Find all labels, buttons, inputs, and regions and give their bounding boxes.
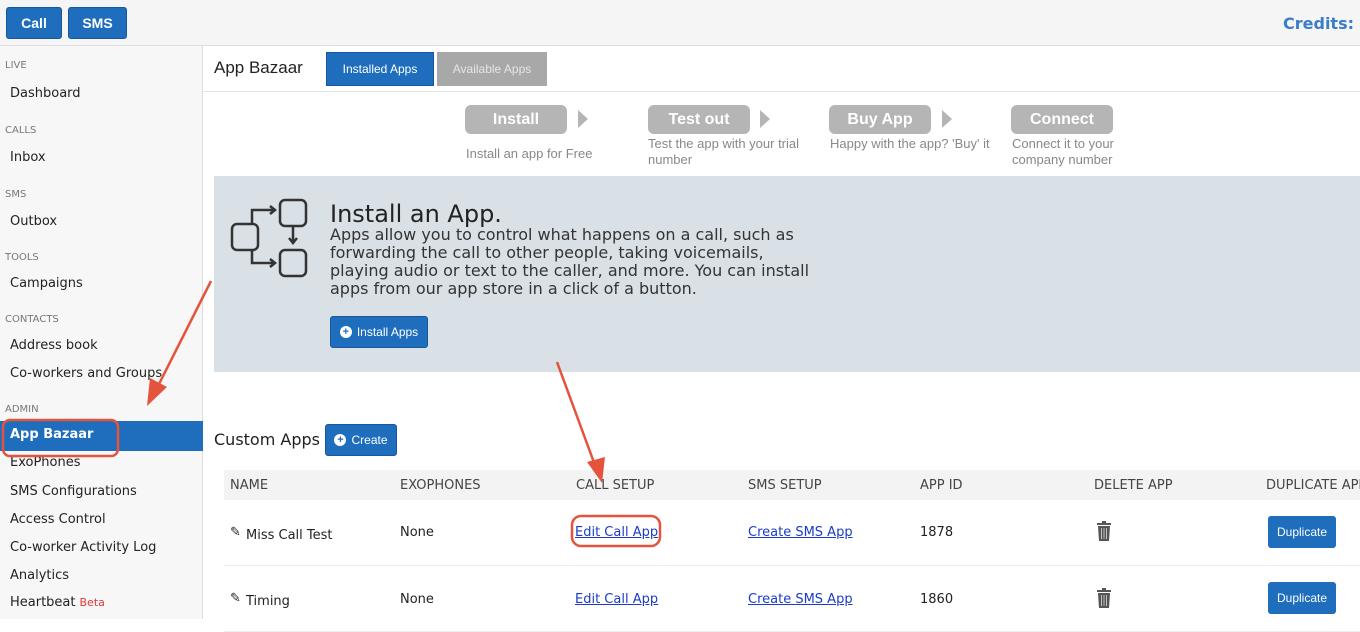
sidebar-item-outbox[interactable]: Outbox: [10, 214, 57, 229]
sidebar-section-contacts: CONTACTS: [5, 314, 59, 325]
install-apps-button[interactable]: + Install Apps: [330, 316, 428, 348]
step-test-out-desc: Test the app with your trial number: [648, 136, 800, 167]
step-connect-desc: Connect it to your company number: [1012, 136, 1114, 167]
sidebar-item-coworker-activity-log[interactable]: Co-worker Activity Log: [10, 540, 156, 555]
install-apps-label: Install Apps: [356, 325, 419, 339]
sidebar-item-sms-configurations[interactable]: SMS Configurations: [10, 484, 137, 499]
main-content: App Bazaar Installed Apps Available Apps…: [204, 46, 1360, 632]
sidebar-item-campaigns[interactable]: Campaigns: [10, 276, 83, 291]
step-buy-app-desc: Happy with the app? 'Buy' it: [830, 136, 990, 151]
sidebar-section-calls: CALLS: [5, 125, 37, 136]
app-id: 1860: [920, 592, 954, 607]
sidebar-item-label: App Bazaar: [10, 427, 94, 442]
edit-name-icon[interactable]: ✎: [230, 591, 241, 606]
column-header-duplicate-app: DUPLICATE APP: [1266, 478, 1360, 493]
sidebar-item-address-book[interactable]: Address book: [10, 338, 98, 353]
sidebar-item-coworkers-groups[interactable]: Co-workers and Groups: [10, 366, 162, 381]
column-header-app-id: APP ID: [920, 478, 963, 493]
step-install: Install: [465, 105, 567, 134]
trash-icon[interactable]: [1096, 521, 1112, 541]
sms-button[interactable]: SMS: [68, 7, 127, 39]
exophones-value: None: [400, 592, 434, 607]
step-arrow-icon: [942, 110, 952, 128]
app-name: Miss Call Test: [246, 528, 333, 543]
step-arrow-icon: [578, 110, 588, 128]
create-sms-app-link[interactable]: Create SMS App: [748, 592, 853, 607]
sidebar-item-inbox[interactable]: Inbox: [10, 150, 46, 165]
sidebar-item-analytics[interactable]: Analytics: [10, 568, 69, 583]
column-header-call-setup: CALL SETUP: [576, 478, 655, 493]
duplicate-button[interactable]: Duplicate: [1268, 516, 1336, 548]
tab-installed-apps[interactable]: Installed Apps: [326, 52, 434, 86]
sidebar-section-live: LIVE: [5, 60, 27, 71]
sidebar-item-heartbeat[interactable]: Heartbeat Beta: [10, 595, 105, 610]
step-test-out: Test out: [648, 105, 750, 134]
step-install-desc: Install an app for Free: [466, 146, 593, 161]
tab-available-apps[interactable]: Available Apps: [437, 52, 547, 86]
column-header-sms-setup: SMS SETUP: [748, 478, 822, 493]
top-bar: Call SMS Credits:: [0, 0, 1360, 46]
call-button[interactable]: Call: [6, 7, 62, 39]
page-header: App Bazaar Installed Apps Available Apps: [204, 46, 1360, 92]
custom-apps-title: Custom Apps: [214, 430, 320, 449]
create-sms-app-link[interactable]: Create SMS App: [748, 525, 853, 540]
edit-call-app-link[interactable]: Edit Call App: [575, 525, 658, 540]
sidebar-item-access-control[interactable]: Access Control: [10, 512, 106, 527]
app-name: Timing: [246, 594, 290, 609]
column-header-name: NAME: [230, 478, 269, 493]
table-row: ✎ Timing None Edit Call App Create SMS A…: [224, 566, 1360, 632]
sidebar-item-label: Heartbeat: [10, 595, 76, 610]
sidebar-section-tools: TOOLS: [5, 252, 39, 263]
sidebar-section-admin: ADMIN: [5, 404, 39, 415]
plus-icon: +: [334, 434, 347, 446]
step-connect: Connect: [1011, 105, 1113, 134]
create-label: Create: [351, 433, 388, 447]
banner-title: Install an App.: [330, 200, 502, 228]
column-header-delete-app: DELETE APP: [1094, 478, 1173, 493]
sidebar-item-exophones[interactable]: ExoPhones: [10, 455, 81, 470]
edit-call-app-link[interactable]: Edit Call App: [575, 592, 658, 607]
install-app-banner: Install an App. Apps allow you to contro…: [214, 176, 1360, 372]
beta-badge: Beta: [79, 596, 105, 609]
page-title: App Bazaar: [214, 58, 303, 77]
credits-label: Credits:: [1283, 14, 1354, 33]
app-id: 1878: [920, 525, 954, 540]
banner-description: Apps allow you to control what happens o…: [330, 225, 810, 298]
duplicate-button[interactable]: Duplicate: [1268, 582, 1336, 614]
column-header-exophones: EXOPHONES: [400, 478, 481, 493]
trash-icon[interactable]: [1096, 588, 1112, 608]
exophones-value: None: [400, 525, 434, 540]
step-buy-app: Buy App: [829, 105, 931, 134]
app-flow-icon: [230, 198, 308, 278]
plus-icon: +: [339, 326, 352, 338]
table-row: ✎ Miss Call Test None Edit Call App Crea…: [224, 500, 1360, 566]
edit-name-icon[interactable]: ✎: [230, 525, 241, 540]
create-button[interactable]: + Create: [325, 424, 397, 456]
sidebar-section-sms: SMS: [5, 189, 27, 200]
step-arrow-icon: [760, 110, 770, 128]
sidebar-item-dashboard[interactable]: Dashboard: [10, 86, 81, 101]
